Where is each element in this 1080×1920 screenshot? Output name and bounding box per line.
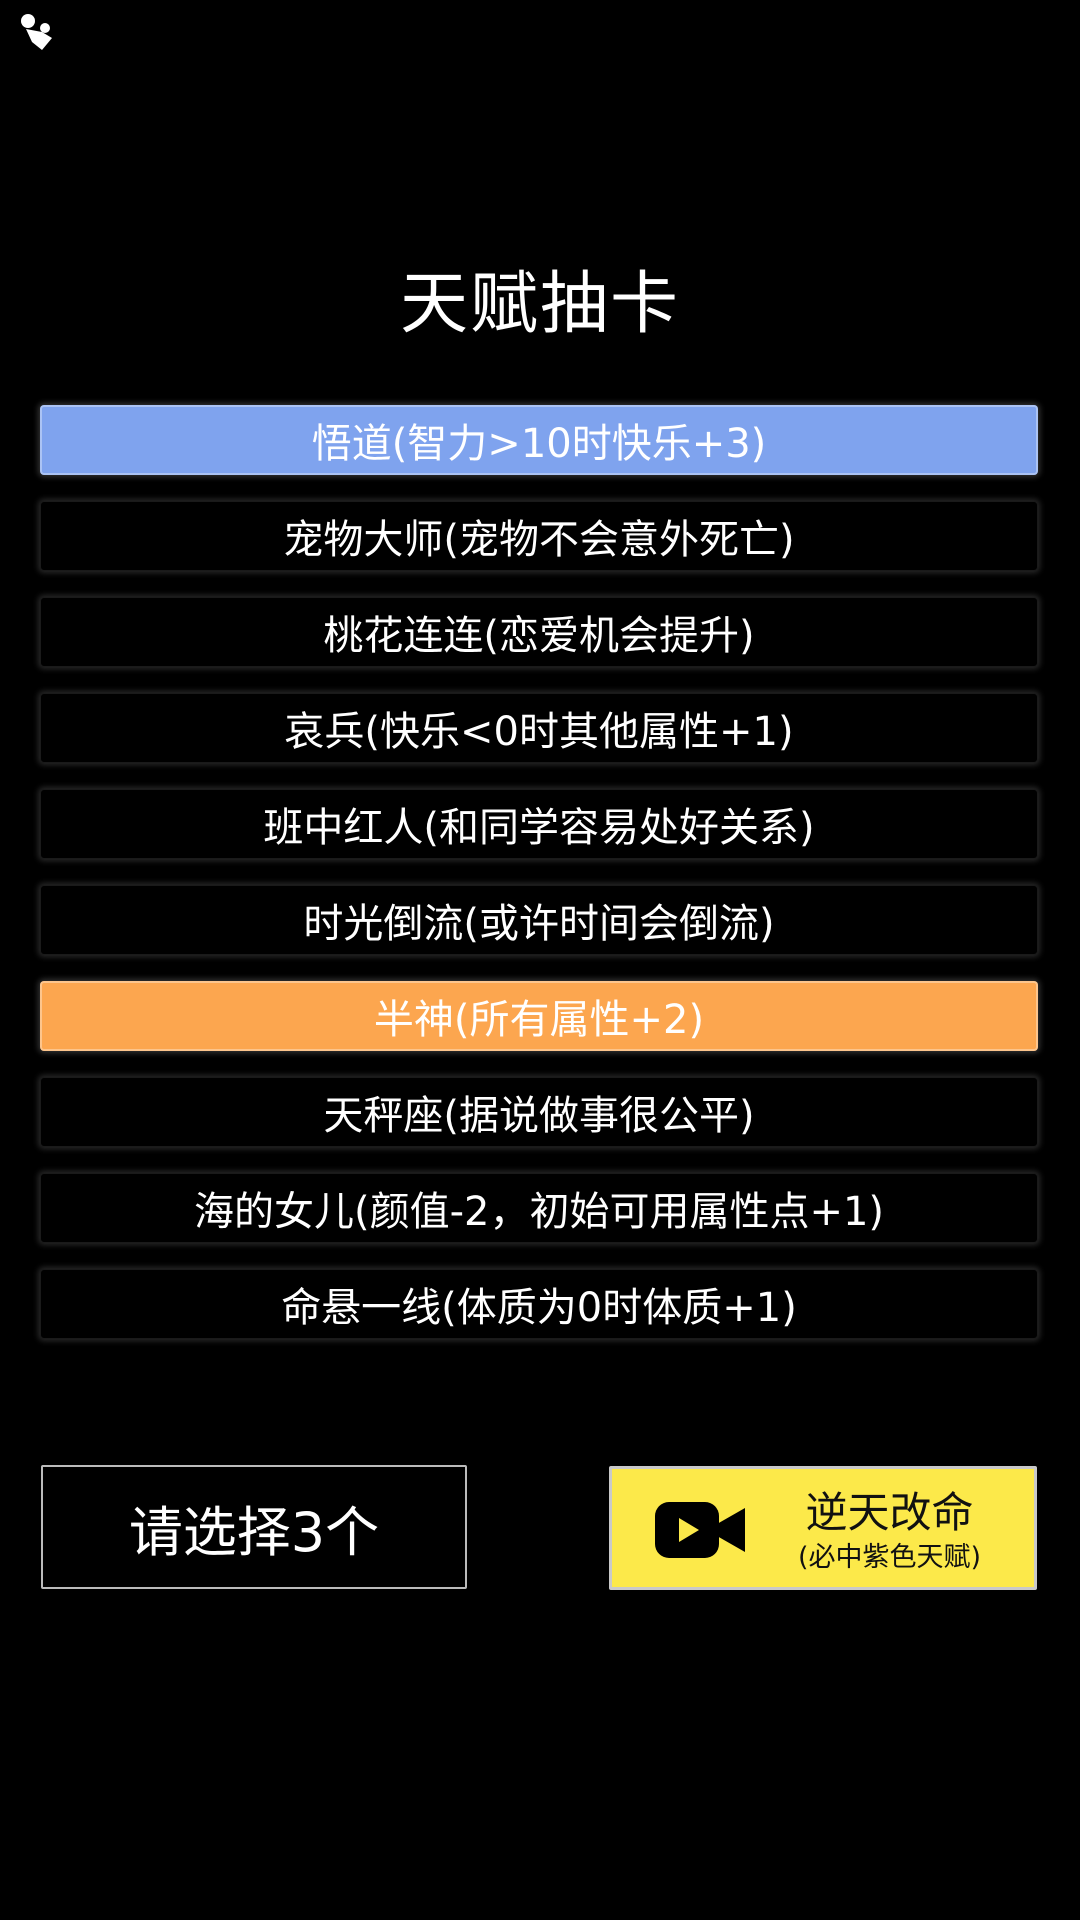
talent-label: 命悬一线(体质为0时体质+1) <box>281 1285 797 1331</box>
talent-card[interactable]: 班中红人(和同学容易处好关系) <box>40 789 1038 859</box>
select-count-button[interactable]: 请选择3个 <box>41 1465 467 1589</box>
talent-label: 时光倒流(或许时间会倒流) <box>303 901 775 947</box>
talent-list: 悟道(智力>10时快乐+3) 宠物大师(宠物不会意外死亡) 桃花连连(恋爱机会提… <box>40 405 1038 1365</box>
talent-card[interactable]: 时光倒流(或许时间会倒流) <box>40 885 1038 955</box>
puzzle-piece-icon[interactable] <box>18 12 62 56</box>
page-title: 天赋抽卡 <box>399 264 680 344</box>
reroll-label: 逆天改命 <box>805 1488 974 1537</box>
talent-card[interactable]: 半神(所有属性+2) <box>40 981 1038 1051</box>
talent-card[interactable]: 桃花连连(恋爱机会提升) <box>40 597 1038 667</box>
talent-label: 海的女儿(颜值-2，初始可用属性点+1) <box>193 1189 885 1235</box>
video-camera-icon <box>655 1502 745 1558</box>
talent-label: 班中红人(和同学容易处好关系) <box>263 805 815 851</box>
talent-label: 半神(所有属性+2) <box>373 997 705 1043</box>
reroll-button[interactable]: 逆天改命 (必中紫色天赋) <box>609 1466 1037 1590</box>
talent-label: 悟道(智力>10时快乐+3) <box>311 421 767 467</box>
talent-label: 桃花连连(恋爱机会提升) <box>323 613 755 659</box>
talent-label: 宠物大师(宠物不会意外死亡) <box>283 517 795 563</box>
talent-label: 天秤座(据说做事很公平) <box>323 1093 755 1139</box>
talent-card[interactable]: 天秤座(据说做事很公平) <box>40 1077 1038 1147</box>
reroll-sublabel: (必中紫色天赋) <box>797 1542 982 1573</box>
talent-card[interactable]: 哀兵(快乐<0时其他属性+1) <box>40 693 1038 763</box>
talent-card[interactable]: 命悬一线(体质为0时体质+1) <box>40 1269 1038 1339</box>
select-count-label: 请选择3个 <box>128 1500 380 1564</box>
talent-label: 哀兵(快乐<0时其他属性+1) <box>284 709 794 755</box>
talent-card[interactable]: 悟道(智力>10时快乐+3) <box>40 405 1038 475</box>
talent-card[interactable]: 宠物大师(宠物不会意外死亡) <box>40 501 1038 571</box>
talent-card[interactable]: 海的女儿(颜值-2，初始可用属性点+1) <box>40 1173 1038 1243</box>
